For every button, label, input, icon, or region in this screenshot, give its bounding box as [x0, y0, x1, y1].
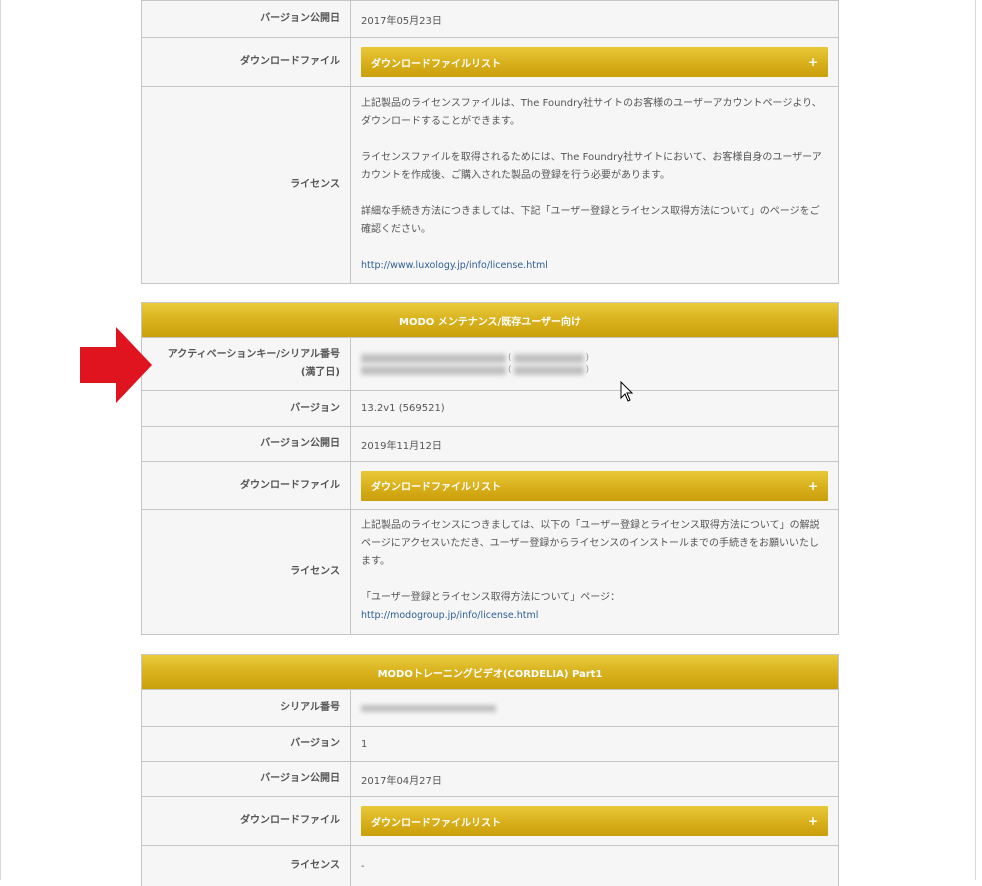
- table-row: ダウンロードファイル ダウンロードファイルリスト +: [142, 38, 838, 87]
- table-row: ダウンロードファイル ダウンロードファイルリスト +: [142, 797, 838, 846]
- row-label: ライセンス: [142, 510, 351, 634]
- download-cell: ダウンロードファイルリスト +: [351, 38, 838, 86]
- table-row: バージョン公開日 2017年04月27日: [142, 762, 838, 797]
- license-text: 詳細な手続き方法につきましては、下記「ユーザー登録とライセンス取得方法について」…: [361, 206, 820, 235]
- paren-close: ): [585, 365, 590, 375]
- mouse-cursor-icon: [620, 381, 634, 402]
- red-arrow-icon: [80, 327, 152, 403]
- license-cell: 上記製品のライセンスファイルは、The Foundry社サイトのお客様のユーザー…: [351, 87, 838, 283]
- version-date-value: 2017年05月23日: [361, 15, 442, 27]
- table-row: アクティベーションキー/シリアル番号 (満了日) ( ) ( ): [142, 338, 838, 391]
- table-row: バージョン 1: [142, 727, 838, 762]
- page-frame-left: [0, 0, 1, 880]
- row-label: バージョン公開日: [142, 1, 351, 37]
- plus-icon: +: [807, 55, 818, 69]
- product-table-training-video: MODOトレーニングビデオ(CORDELIA) Part1 シリアル番号 バージ…: [141, 654, 839, 886]
- redacted-expiry-date: [513, 353, 584, 363]
- download-cell: ダウンロードファイルリスト +: [351, 462, 838, 509]
- table-row: バージョン公開日 2019年11月12日: [142, 427, 838, 462]
- table-row: ライセンス 上記製品のライセンスにつきましては、以下の「ユーザー登録とライセンス…: [142, 510, 838, 635]
- license-link[interactable]: http://www.luxology.jp/info/license.html: [361, 257, 828, 275]
- row-label: ダウンロードファイル: [142, 797, 351, 845]
- row-label: ダウンロードファイル: [142, 38, 351, 86]
- plus-icon: +: [807, 814, 818, 828]
- table-row: バージョン 13.2v1 (569521): [142, 391, 838, 427]
- product-table-previous: バージョン公開日 2017年05月23日 ダウンロードファイル ダウンロードファ…: [141, 0, 839, 284]
- plus-icon: +: [807, 478, 818, 493]
- version-value: 13.2v1 (569521): [361, 403, 445, 414]
- license-link[interactable]: http://modogroup.jp/info/license.html: [361, 607, 828, 625]
- serial-cell: [351, 690, 838, 726]
- table-title: MODO メンテナンス/既存ユーザー向け: [142, 303, 838, 338]
- version-date-value: 2017年04月27日: [361, 775, 442, 787]
- expiry-label: (満了日): [300, 367, 340, 378]
- row-label: シリアル番号: [142, 690, 351, 726]
- table-row: バージョン公開日 2017年05月23日: [142, 1, 838, 38]
- activation-label: アクティベーションキー/シリアル番号: [167, 349, 340, 360]
- activation-key-cell: ( ) ( ): [351, 338, 838, 390]
- download-button-label: ダウンロードファイルリスト: [371, 817, 501, 829]
- license-text: ライセンスファイルを取得されるためには、The Foundry社サイトにおいて、…: [361, 152, 822, 181]
- table-row: ライセンス -: [142, 846, 838, 886]
- redacted-serial-number: [361, 704, 496, 712]
- version-value: 1: [361, 738, 368, 750]
- redacted-expiry-date: [513, 365, 584, 375]
- download-file-list-button[interactable]: ダウンロードファイルリスト +: [361, 47, 828, 77]
- license-cell: 上記製品のライセンスにつきましては、以下の「ユーザー登録とライセンス取得方法につ…: [351, 510, 838, 634]
- row-label: バージョン公開日: [142, 427, 351, 461]
- paren-close: ): [585, 353, 590, 363]
- table-row: シリアル番号: [142, 690, 838, 727]
- download-cell: ダウンロードファイルリスト +: [351, 797, 838, 845]
- row-label: バージョン: [142, 391, 351, 426]
- row-label: バージョン公開日: [142, 762, 351, 796]
- paren-open: (: [508, 365, 512, 375]
- table-row: ダウンロードファイル ダウンロードファイルリスト +: [142, 462, 838, 510]
- table-row: ライセンス 上記製品のライセンスファイルは、The Foundry社サイトのお客…: [142, 87, 838, 284]
- license-text: 「ユーザー登録とライセンス取得方法について」ページ：: [361, 592, 621, 603]
- product-table-modo-maintenance: MODO メンテナンス/既存ユーザー向け アクティベーションキー/シリアル番号 …: [141, 302, 839, 635]
- redacted-activation-key: [361, 365, 506, 375]
- table-title: MODOトレーニングビデオ(CORDELIA) Part1: [142, 655, 838, 690]
- row-label: ダウンロードファイル: [142, 462, 351, 509]
- download-file-list-button[interactable]: ダウンロードファイルリスト +: [361, 470, 828, 501]
- redacted-activation-key: [361, 353, 506, 363]
- download-button-label: ダウンロードファイルリスト: [371, 58, 501, 70]
- row-label: ライセンス: [142, 846, 351, 886]
- row-label: バージョン: [142, 727, 351, 761]
- page-frame-right: [975, 0, 976, 880]
- paren-open: (: [508, 353, 512, 363]
- license-value: -: [361, 860, 365, 872]
- row-label: アクティベーションキー/シリアル番号 (満了日): [142, 338, 351, 390]
- row-label: ライセンス: [142, 87, 351, 283]
- license-text: 上記製品のライセンスファイルは、The Foundry社サイトのお客様のユーザー…: [361, 98, 822, 127]
- download-button-label: ダウンロードファイルリスト: [371, 482, 501, 493]
- version-date-value: 2019年11月12日: [361, 440, 442, 452]
- download-file-list-button[interactable]: ダウンロードファイルリスト +: [361, 806, 828, 836]
- blurred-key-line: ( ): [361, 353, 828, 363]
- license-text: 上記製品のライセンスにつきましては、以下の「ユーザー登録とライセンス取得方法につ…: [361, 520, 820, 567]
- blurred-key-line: ( ): [361, 365, 828, 375]
